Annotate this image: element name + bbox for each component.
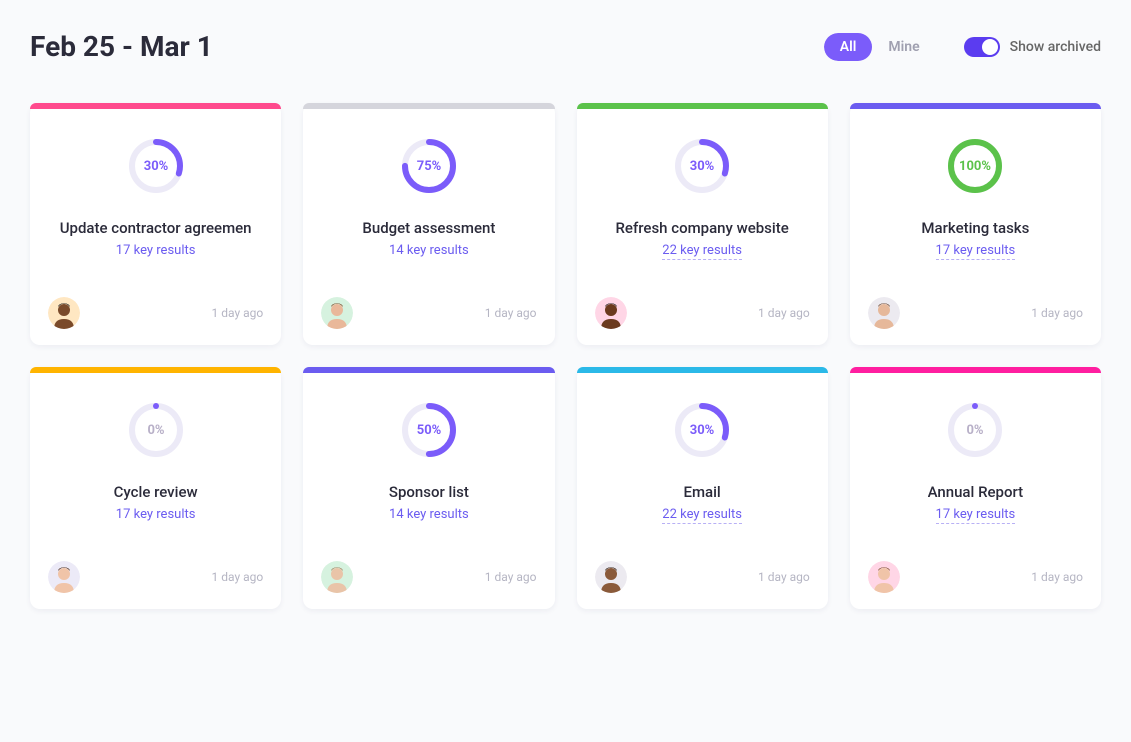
okr-card[interactable]: 30% Refresh company website 22 key resul…: [577, 103, 828, 345]
okr-card[interactable]: 0% Annual Report 17 key results 1 day ag…: [850, 367, 1101, 609]
card-title: Cycle review: [114, 483, 198, 501]
okr-card[interactable]: 100% Marketing tasks 17 key results 1 da…: [850, 103, 1101, 345]
progress-ring: 0%: [944, 399, 1006, 465]
progress-ring: 50%: [398, 399, 460, 465]
timestamp: 1 day ago: [758, 570, 810, 584]
progress-ring: 100%: [944, 135, 1006, 201]
avatar[interactable]: [321, 297, 353, 329]
card-subtitle[interactable]: 22 key results: [662, 243, 742, 260]
progress-label: 100%: [959, 159, 991, 174]
card-subtitle[interactable]: 14 key results: [389, 507, 469, 522]
okr-card[interactable]: 50% Sponsor list 14 key results 1 day ag…: [303, 367, 554, 609]
progress-label: 0%: [147, 423, 164, 438]
card-accent: [577, 103, 828, 109]
okr-card[interactable]: 0% Cycle review 17 key results 1 day ago: [30, 367, 281, 609]
card-subtitle[interactable]: 17 key results: [116, 243, 196, 258]
progress-ring: 30%: [671, 399, 733, 465]
card-subtitle[interactable]: 17 key results: [116, 507, 196, 522]
okr-card[interactable]: 30% Update contractor agreemen 17 key re…: [30, 103, 281, 345]
card-accent: [30, 367, 281, 373]
card-accent: [303, 103, 554, 109]
timestamp: 1 day ago: [758, 306, 810, 320]
timestamp: 1 day ago: [212, 570, 264, 584]
show-archived-label: Show archived: [1010, 39, 1101, 55]
card-accent: [30, 103, 281, 109]
progress-label: 30%: [690, 159, 715, 174]
card-accent: [303, 367, 554, 373]
card-accent: [850, 367, 1101, 373]
card-title: Update contractor agreemen: [60, 219, 252, 237]
card-title: Sponsor list: [389, 483, 469, 501]
avatar[interactable]: [48, 297, 80, 329]
avatar[interactable]: [868, 297, 900, 329]
filter-pill: All Mine: [824, 33, 936, 61]
card-accent: [577, 367, 828, 373]
okr-card[interactable]: 75% Budget assessment 14 key results 1 d…: [303, 103, 554, 345]
timestamp: 1 day ago: [212, 306, 264, 320]
avatar[interactable]: [321, 561, 353, 593]
timestamp: 1 day ago: [1031, 306, 1083, 320]
avatar[interactable]: [868, 561, 900, 593]
okr-card[interactable]: 30% Email 22 key results 1 day ago: [577, 367, 828, 609]
timestamp: 1 day ago: [485, 306, 537, 320]
card-accent: [850, 103, 1101, 109]
timestamp: 1 day ago: [1031, 570, 1083, 584]
timestamp: 1 day ago: [485, 570, 537, 584]
card-title: Refresh company website: [615, 219, 788, 237]
progress-label: 30%: [143, 159, 168, 174]
progress-label: 30%: [690, 423, 715, 438]
filter-all-button[interactable]: All: [824, 33, 873, 61]
progress-ring: 0%: [125, 399, 187, 465]
card-subtitle[interactable]: 22 key results: [662, 507, 742, 524]
progress-ring: 30%: [671, 135, 733, 201]
progress-ring: 75%: [398, 135, 460, 201]
avatar[interactable]: [48, 561, 80, 593]
card-title: Annual Report: [928, 483, 1024, 501]
avatar[interactable]: [595, 297, 627, 329]
card-subtitle[interactable]: 14 key results: [389, 243, 469, 258]
date-range-title: Feb 25 - Mar 1: [30, 30, 213, 63]
card-subtitle[interactable]: 17 key results: [936, 507, 1016, 524]
card-title: Budget assessment: [362, 219, 495, 237]
progress-label: 0%: [967, 423, 984, 438]
card-title: Email: [683, 483, 720, 501]
card-subtitle[interactable]: 17 key results: [936, 243, 1016, 260]
progress-label: 50%: [417, 423, 442, 438]
progress-ring: 30%: [125, 135, 187, 201]
progress-label: 75%: [417, 159, 442, 174]
card-title: Marketing tasks: [921, 219, 1029, 237]
show-archived-toggle[interactable]: [964, 37, 1000, 57]
filter-mine-button[interactable]: Mine: [872, 33, 935, 61]
avatar[interactable]: [595, 561, 627, 593]
